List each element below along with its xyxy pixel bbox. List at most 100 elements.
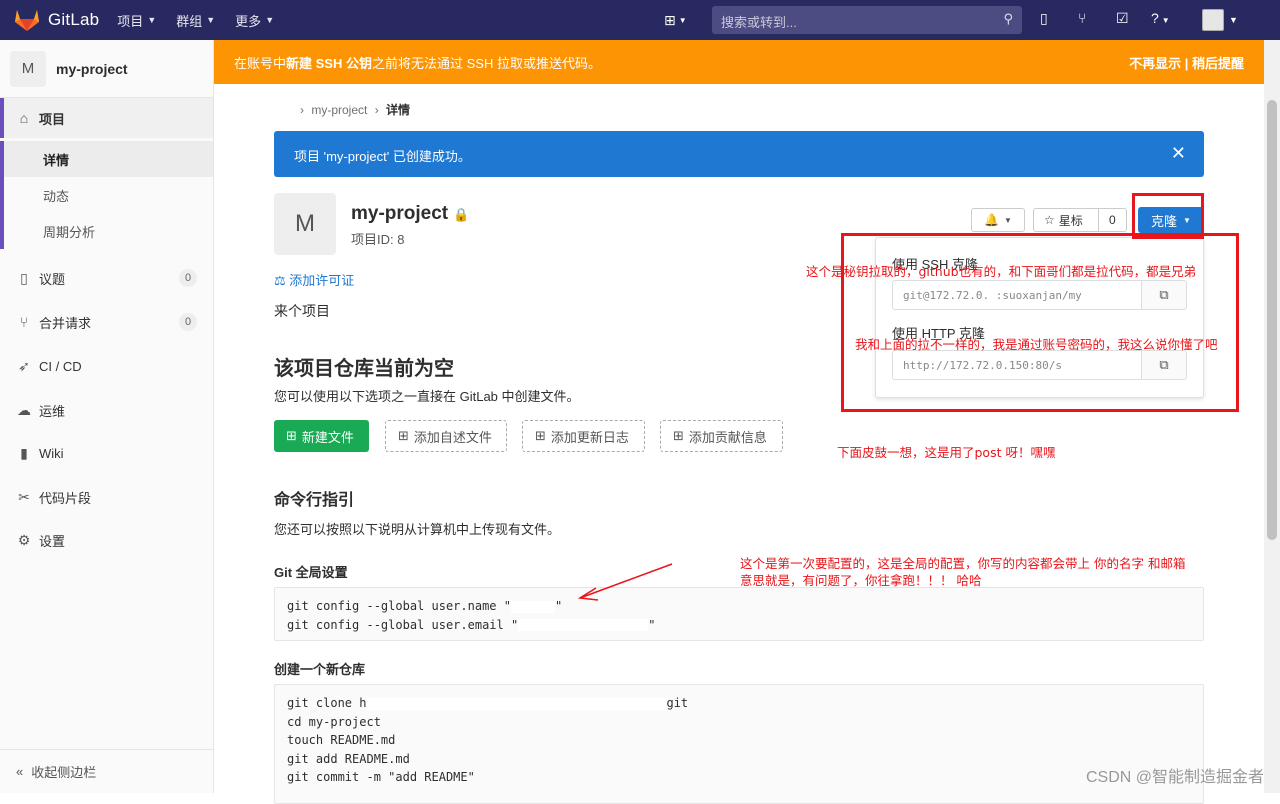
merge-requests-shortcut-icon[interactable]: ⑂ xyxy=(1078,10,1086,26)
annotation-line: 意思就是，有问题了，你往拿跑！！！ 哈哈 xyxy=(740,572,1185,589)
project-avatar-large: M xyxy=(274,193,336,255)
breadcrumb-current: 详情 xyxy=(386,103,410,117)
add-readme-button[interactable]: ⊞添加自述文件 xyxy=(385,420,507,452)
project-id: 项目ID: 8 xyxy=(351,229,404,248)
code-line: cd my-project xyxy=(287,715,381,729)
sidebar-item-settings[interactable]: ⚙设置 xyxy=(0,520,213,560)
collapse-sidebar-button[interactable]: «收起侧边栏 xyxy=(0,749,213,793)
nav-groups-menu[interactable]: 群组 ▼ xyxy=(176,11,215,30)
add-license-link[interactable]: ⚖ 添加许可证 xyxy=(274,270,354,289)
code-line: git config --global user.name " xyxy=(287,599,511,613)
help-icon[interactable]: ?▼ xyxy=(1151,10,1170,26)
sidebar-item-merge-requests[interactable]: ⑂合并请求0 xyxy=(0,302,213,342)
code-line: git clone h xyxy=(287,696,366,710)
sidebar-item-wiki[interactable]: ▮ Wiki xyxy=(0,433,213,473)
search-input[interactable]: 搜索或转到... ⚲ xyxy=(712,6,1022,34)
chevron-down-icon: ▼ xyxy=(1004,216,1012,225)
breadcrumb-project-link[interactable]: my-project xyxy=(311,103,367,117)
bell-icon: 🔔 xyxy=(984,213,999,227)
code-line: git add README.md xyxy=(287,752,410,766)
todos-shortcut-icon[interactable]: ☑ xyxy=(1116,10,1129,27)
sidebar-item-cycle-analytics[interactable]: 周期分析 xyxy=(0,213,213,249)
annotation-arrow-icon xyxy=(570,560,680,605)
sidebar-item-details[interactable]: 详情 xyxy=(0,141,213,177)
redacted-name xyxy=(511,601,555,613)
rocket-icon: ➶ xyxy=(16,358,32,375)
add-license-label: 添加许可证 xyxy=(289,273,354,288)
star-icon: ☆ xyxy=(1044,213,1055,227)
lock-icon: 🔒 xyxy=(453,207,469,222)
star-label: 星标 xyxy=(1059,212,1083,229)
create-new-repo-title: 创建一个新仓库 xyxy=(274,659,365,678)
page-scrollbar[interactable] xyxy=(1264,40,1280,793)
chevron-down-icon: ▼ xyxy=(206,15,215,25)
chevron-down-icon: ▼ xyxy=(265,15,274,25)
breadcrumb-separator: › xyxy=(375,103,379,117)
gitlab-logo[interactable]: GitLab xyxy=(14,8,99,32)
star-count[interactable]: 0 xyxy=(1099,213,1126,227)
project-sidebar: M my-project ⌂项目 详情 动态 周期分析 ▯议题0 ⑂合并请求0 … xyxy=(0,40,214,793)
new-item-plus-icon[interactable]: ⊞▼ xyxy=(664,11,684,29)
search-placeholder: 搜索或转到... xyxy=(721,15,797,30)
annotation-line: 这个是第一次要配置的，这是全局的配置，你写的内容都会带上 你的名字 和邮箱 xyxy=(740,555,1185,572)
sidebar-item-issues[interactable]: ▯议题0 xyxy=(0,258,213,298)
add-changelog-button[interactable]: ⊞添加更新日志 xyxy=(522,420,645,452)
warning-dismiss-links[interactable]: 不再显示 | 稍后提醒 xyxy=(1129,53,1244,72)
add-changelog-label: 添加更新日志 xyxy=(551,427,629,446)
empty-repo-title: 该项目仓库当前为空 xyxy=(274,352,454,381)
new-file-button[interactable]: ⊞新建文件 xyxy=(274,420,369,452)
nav-more-label: 更多 xyxy=(235,11,261,30)
project-avatar: M xyxy=(10,51,46,87)
breadcrumb-separator: › xyxy=(300,103,304,117)
chevron-down-icon[interactable]: ▼ xyxy=(1229,15,1238,25)
git-global-setup-title: Git 全局设置 xyxy=(274,562,348,581)
scrollbar-thumb[interactable] xyxy=(1267,100,1277,540)
redacted-url xyxy=(366,698,666,710)
scale-icon: ⚖ xyxy=(274,273,286,288)
sidebar-item-label: 动态 xyxy=(43,186,69,205)
user-avatar[interactable] xyxy=(1202,9,1224,31)
cloud-icon: ☁ xyxy=(16,402,32,419)
cli-instructions-subtitle: 您还可以按照以下说明从计算机中上传现有文件。 xyxy=(274,519,560,538)
breadcrumb: › my-project › 详情 xyxy=(300,101,410,118)
merge-requests-count-badge: 0 xyxy=(179,313,197,331)
merge-request-icon: ⑂ xyxy=(16,314,32,330)
add-readme-label: 添加自述文件 xyxy=(414,427,492,446)
star-button[interactable]: ☆ 星标 0 xyxy=(1033,208,1127,232)
sidebar-item-label: Wiki xyxy=(39,446,64,461)
close-icon[interactable]: ✕ xyxy=(1171,143,1186,164)
annotation-http: 我和上面的拉不一样的，我是通过账号密码的，我这么说你懂了吧 xyxy=(855,336,1218,353)
empty-repo-subtitle: 您可以使用以下选项之一直接在 GitLab 中创建文件。 xyxy=(274,386,580,405)
nav-projects-menu[interactable]: 项目▼ xyxy=(117,11,156,30)
sidebar-project-name: my-project xyxy=(56,61,128,77)
add-contribution-button[interactable]: ⊞添加贡献信息 xyxy=(660,420,783,452)
issues-shortcut-icon[interactable]: ▯ xyxy=(1040,10,1048,27)
top-navbar: GitLab 项目▼ 群组 ▼ 更多 ▼ ⊞▼ 搜索或转到... ⚲ ▯ ⑂ ☑ ?… xyxy=(0,0,1280,40)
gitlab-wordmark: GitLab xyxy=(48,10,99,30)
sidebar-item-ci-cd[interactable]: ➶CI / CD xyxy=(0,346,213,386)
book-icon: ▮ xyxy=(16,445,32,462)
collapse-sidebar-label: 收起侧边栏 xyxy=(31,762,96,781)
add-ssh-key-link[interactable]: 新建 SSH 公钥 xyxy=(286,53,372,72)
sidebar-item-label: 详情 xyxy=(43,150,69,169)
create-new-repo-code[interactable]: git clone hgit cd my-project touch READM… xyxy=(274,684,1204,804)
notification-dropdown[interactable]: 🔔▼ xyxy=(971,208,1025,232)
git-global-setup-code[interactable]: git config --global user.name "" git con… xyxy=(274,587,1204,641)
sidebar-item-activity[interactable]: 动态 xyxy=(0,177,213,213)
sidebar-item-operations[interactable]: ☁运维 xyxy=(0,390,213,430)
issues-icon: ▯ xyxy=(16,270,32,287)
sidebar-project-header[interactable]: M my-project xyxy=(0,40,213,98)
success-flash-message: 项目 'my-project' 已创建成功。 ✕ xyxy=(274,131,1204,177)
sidebar-item-snippets[interactable]: ✂代码片段 xyxy=(0,477,213,517)
code-line: git xyxy=(666,696,688,710)
nav-more-menu[interactable]: 更多 ▼ xyxy=(235,11,274,30)
csdn-watermark: CSDN @智能制造掘金者 xyxy=(1086,763,1264,787)
nav-groups-label: 群组 xyxy=(176,11,202,30)
new-file-label: 新建文件 xyxy=(302,427,354,446)
page-title: my-project 🔒 xyxy=(351,203,470,225)
chevron-down-icon: ▼ xyxy=(147,15,156,25)
sidebar-item-label: 项目 xyxy=(39,109,65,128)
annotation-ssh: 这个是秘钥拉取的，github也有的，和下面哥们都是拉代码，都是兄弟 xyxy=(806,263,1196,280)
project-description: 来个项目 xyxy=(274,301,330,321)
sidebar-item-project[interactable]: ⌂项目 xyxy=(0,98,213,138)
